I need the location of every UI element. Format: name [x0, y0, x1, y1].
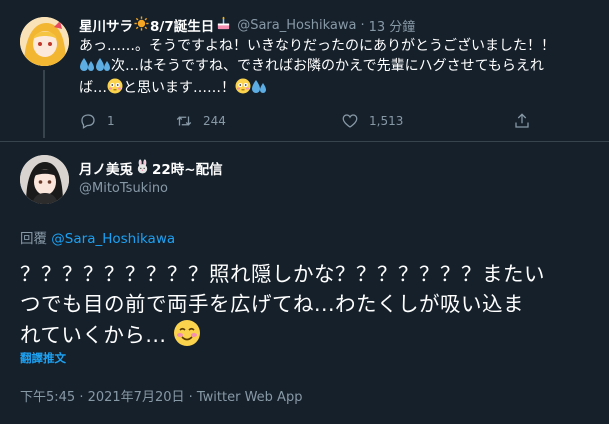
heart-icon — [342, 114, 358, 128]
tweet1-separator: · — [360, 17, 365, 33]
avatar-mito-image — [20, 155, 69, 204]
tweet2-text-line3: れていくから... — [20, 319, 595, 355]
reply-button[interactable]: 1 — [79, 112, 115, 130]
avatar-sara[interactable] — [20, 17, 69, 66]
sun-icon — [134, 15, 149, 35]
tweet1-display-name[interactable]: 星川サラ — [79, 15, 133, 35]
tweet1-text-line3-mid: と思います……！ — [123, 80, 235, 96]
reply-to-link[interactable]: @Sara_Hoshikawa — [51, 231, 175, 247]
reply-count: 1 — [107, 114, 115, 128]
tweet2-header: 月ノ美兎 22時~配信 — [79, 158, 223, 178]
thread-connector-line — [43, 70, 45, 138]
tweet1-name-suffix: 8/7誕生日 — [150, 19, 215, 35]
translate-tweet-link[interactable]: 翻譯推文 — [20, 350, 66, 366]
tweet2-meta[interactable]: 下午5:45 · 2021年7月20日 · Twitter Web App — [20, 386, 302, 405]
tweet1-action-bar: 1 244 1,513 — [79, 112, 599, 134]
tweet1-text-line2: 次…はそうですね、できればお隣のかえで先輩にハグさせてもらえれ — [79, 56, 589, 78]
retweet-icon — [176, 116, 192, 126]
tweet1-text-line2-text: 次…はそうですね、できればお隣のかえで先輩にハグさせてもらえれ — [111, 58, 544, 74]
rabbit-face-icon — [135, 158, 150, 178]
tweet1-text-line3: ば… と思います……！ — [79, 78, 589, 100]
tweet2-text-line3-text: れていくから... — [20, 323, 167, 347]
tweet1-time[interactable]: 13 分鐘 — [369, 16, 416, 35]
tweet2-text-line1: ？？？？？？？？？照れ隠しかな？？？？？？？またい — [20, 262, 545, 286]
tweet1-text: あっ……。そうですよね！いきなりだったのにありがとうございました！！ 次…はそう… — [79, 36, 589, 100]
like-count: 1,513 — [369, 114, 404, 128]
birthday-cake-icon — [216, 16, 231, 35]
like-button[interactable]: 1,513 — [341, 112, 403, 130]
sweat-droplets-icon-2 — [251, 78, 267, 100]
reply-prefix: 回覆 — [20, 231, 47, 247]
share-button[interactable] — [513, 112, 531, 130]
share-icon — [515, 113, 529, 128]
smiling-blush-face-icon — [173, 319, 201, 355]
retweet-button[interactable]: 244 — [175, 112, 226, 130]
avatar-mito[interactable] — [20, 155, 69, 204]
tweet1-handle[interactable]: @Sara_Hoshikawa — [237, 18, 356, 33]
flushed-face-icon-2 — [235, 78, 251, 100]
tweet2-name-suffix: 22時~配信 — [152, 162, 223, 178]
tweet2-handle[interactable]: @MitoTsukino — [79, 181, 168, 196]
flushed-face-icon — [107, 78, 123, 100]
tweet2-display-name[interactable]: 月ノ美兎 — [79, 158, 133, 178]
reply-icon — [81, 114, 95, 129]
tweet1-text-line3-start: ば… — [79, 80, 107, 96]
retweet-count: 244 — [203, 114, 226, 128]
avatar-sara-image — [20, 17, 69, 66]
divider — [0, 141, 609, 142]
tweet2-text-line2: つでも目の前で両手を広げてね...わたくしが吸い込ま — [20, 292, 525, 316]
tweet2-text: ？？？？？？？？？照れ隠しかな？？？？？？？またい つでも目の前で両手を広げてね… — [20, 259, 595, 355]
replying-to: 回覆 @Sara_Hoshikawa — [20, 227, 175, 247]
tweet1-header: 星川サラ 8/7誕生日 @Sara_Hoshikawa · 13 分鐘 — [79, 15, 415, 35]
sweat-droplets-icon — [79, 56, 111, 78]
tweet1-text-line1: あっ……。そうですよね！いきなりだったのにありがとうございました！！ — [79, 38, 555, 54]
